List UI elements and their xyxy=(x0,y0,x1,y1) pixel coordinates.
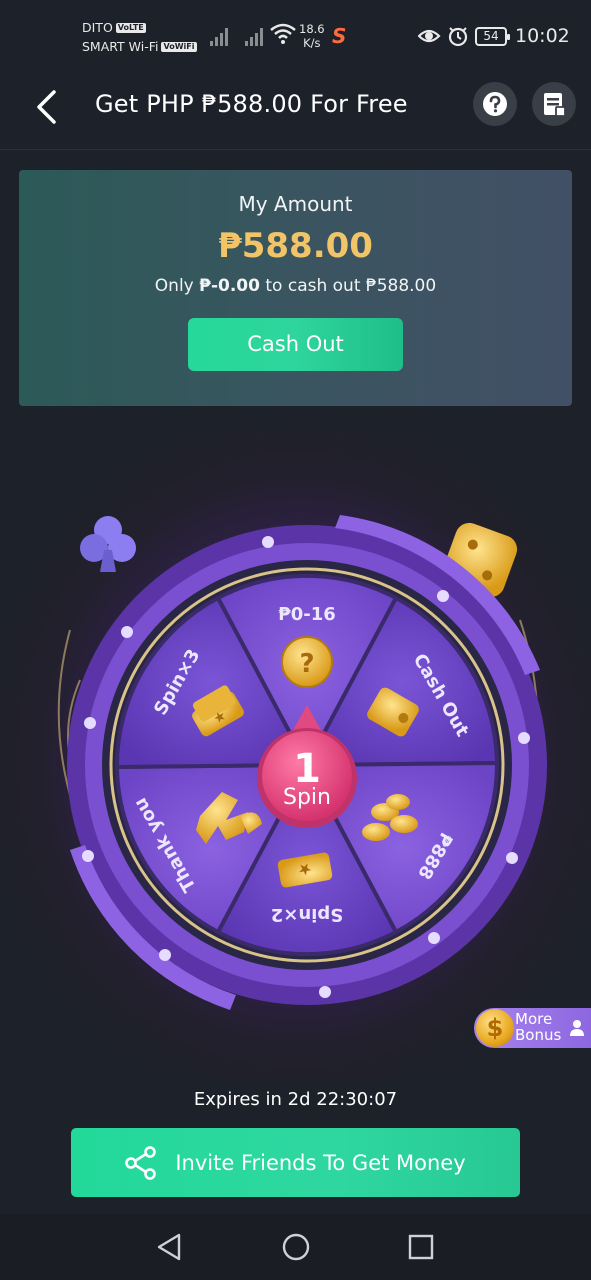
note-suffix: to cash out ₱588.00 xyxy=(259,276,437,296)
chevron-left-icon xyxy=(37,90,56,124)
share-icon xyxy=(125,1145,157,1180)
app-header: Get PHP ₱588.00 For Free xyxy=(0,72,591,150)
note-amount: ₱-0.00 xyxy=(199,276,260,296)
document-icon xyxy=(544,93,566,117)
carrier-1: DITO xyxy=(82,20,113,35)
dollar-coin-icon: $ xyxy=(476,1009,514,1047)
triangle-back-icon[interactable] xyxy=(155,1232,183,1262)
cash-out-button[interactable]: Cash Out xyxy=(188,318,403,371)
cashout-note: Only ₱-0.00 to cash out ₱588.00 xyxy=(19,276,572,296)
eye-alarm-icons xyxy=(418,27,468,47)
spin-wheel[interactable]: ? ★ ★ ₱0-16 Cash Out ₱888 Spin×2 Thank y… xyxy=(0,420,591,1080)
square-recents-icon[interactable] xyxy=(407,1232,435,1262)
spin-wheel-area: ? ★ ★ ₱0-16 Cash Out ₱888 Spin×2 Thank y… xyxy=(0,420,591,1080)
signal-icon xyxy=(210,26,232,46)
invite-label: Invite Friends To Get Money xyxy=(175,1150,466,1175)
club-decoration-icon xyxy=(80,516,136,572)
vowifi-badge: VoWiFi xyxy=(161,42,197,52)
net-speed: 18.6 K/s xyxy=(299,22,325,50)
amount-card: My Amount ₱588.00 Only ₱-0.00 to cash ou… xyxy=(19,170,572,406)
svg-text:?: ? xyxy=(299,649,314,679)
battery-indicator: 54 xyxy=(475,27,510,46)
status-bar: DITO VoLTE SMART Wi-Fi VoWiFi 18.6 K/s S 5… xyxy=(0,0,591,72)
system-nav-bar xyxy=(0,1214,591,1280)
net-speed-value: 18.6 xyxy=(299,22,325,36)
app-notification-icon: S xyxy=(332,24,347,48)
help-button[interactable] xyxy=(473,82,517,126)
segment-label-1: ₱0-16 xyxy=(278,604,336,625)
more-bonus-label: More Bonus xyxy=(515,1011,561,1043)
page-title: Get PHP ₱588.00 For Free xyxy=(95,90,408,118)
expiry-countdown: Expires in 2d 22:30:07 xyxy=(193,1089,398,1110)
carrier-2: SMART Wi-Fi xyxy=(82,39,159,54)
question-icon xyxy=(483,92,507,116)
invite-friends-button[interactable]: Invite Friends To Get Money xyxy=(71,1128,520,1197)
records-button[interactable] xyxy=(532,82,576,126)
more-bonus-button[interactable]: $ More Bonus xyxy=(474,1008,591,1048)
signal-icon-2 xyxy=(245,26,267,46)
volte-badge: VoLTE xyxy=(115,23,146,33)
net-speed-unit: K/s xyxy=(303,36,321,50)
mystery-coin-icon: ? xyxy=(281,636,333,688)
note-prefix: Only xyxy=(154,276,200,296)
person-icon xyxy=(570,1020,584,1036)
more-bonus-line2: Bonus xyxy=(515,1026,562,1044)
amount-value: ₱588.00 xyxy=(218,226,373,266)
spin-label: Spin xyxy=(283,785,331,810)
wifi-icon xyxy=(270,23,296,44)
back-button[interactable] xyxy=(26,86,68,128)
more-bonus-line1: More xyxy=(515,1010,553,1028)
amount-label: My Amount xyxy=(238,192,353,216)
clock: 10:02 xyxy=(515,25,570,47)
carrier-info: DITO VoLTE SMART Wi-Fi VoWiFi xyxy=(82,18,197,56)
circle-home-icon[interactable] xyxy=(281,1232,311,1262)
segment-label-4: Spin×2 xyxy=(271,904,343,925)
